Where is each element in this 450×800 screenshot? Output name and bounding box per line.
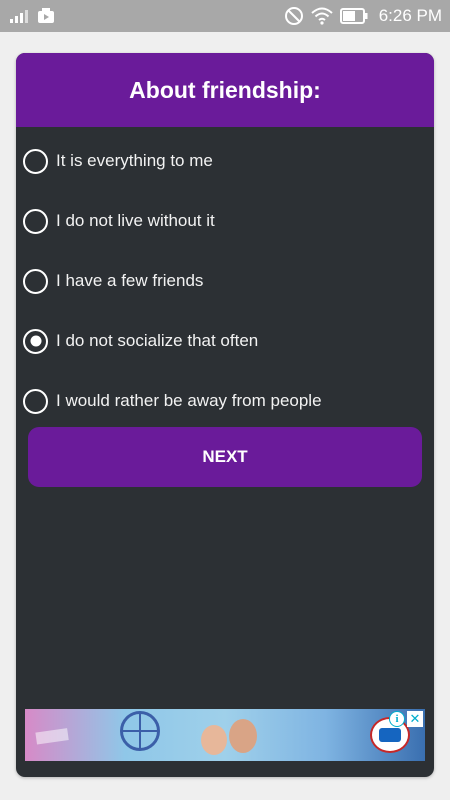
page-title: About friendship:	[129, 76, 321, 103]
radio-button-selected[interactable]	[23, 328, 48, 354]
ad-people-graphic	[195, 715, 265, 761]
next-button[interactable]: NEXT	[28, 427, 422, 487]
do-not-disturb-icon	[284, 6, 304, 26]
option-label: I do not live without it	[56, 211, 215, 230]
option-label: I have a few friends	[56, 271, 204, 290]
info-icon[interactable]: i	[389, 711, 405, 727]
radio-button[interactable]	[23, 268, 48, 294]
option-label: It is everything to me	[56, 151, 213, 170]
card-header: About friendship:	[16, 53, 434, 127]
radio-button[interactable]	[23, 388, 48, 414]
radio-button[interactable]	[23, 148, 48, 174]
status-left	[10, 8, 55, 24]
wifi-icon	[311, 7, 333, 25]
option-label: I would rather be away from people	[56, 391, 322, 410]
photo-notification-icon	[37, 8, 55, 24]
option-label: I do not socialize that often	[56, 331, 259, 350]
option-not-live-without[interactable]: I do not live without it	[23, 205, 423, 237]
close-icon[interactable]: ✕	[407, 711, 423, 727]
quiz-card: About friendship: It is everything to me…	[16, 53, 434, 777]
status-right: 6:26 PM	[284, 6, 442, 26]
ad-banner[interactable]: i ✕	[25, 709, 425, 761]
option-everything[interactable]: It is everything to me	[23, 145, 423, 177]
signal-icon	[10, 9, 30, 23]
status-time: 6:26 PM	[378, 6, 442, 25]
option-away-from-people[interactable]: I would rather be away from people	[23, 385, 423, 417]
ferris-wheel-graphic	[120, 711, 160, 751]
option-few-friends[interactable]: I have a few friends	[23, 265, 423, 297]
option-not-socialize[interactable]: I do not socialize that often	[23, 325, 423, 357]
status-bar: 6:26 PM	[0, 0, 450, 32]
battery-icon	[339, 8, 368, 24]
ad-graphic-text-left	[34, 710, 117, 745]
radio-button[interactable]	[23, 208, 48, 234]
